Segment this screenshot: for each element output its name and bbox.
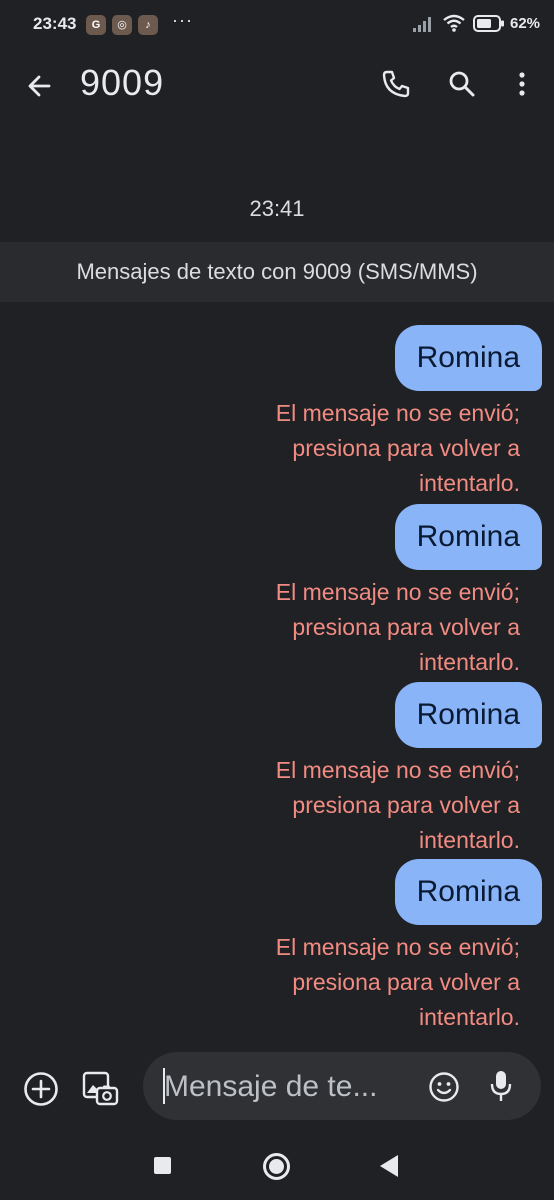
sent-message-bubble[interactable]: Romina — [394, 682, 542, 748]
failed-notice-line: intentarlo. — [418, 470, 520, 496]
sms-info-banner: Mensajes de texto con 9009 (SMS/MMS) — [0, 242, 554, 302]
compose-bar: Mensaje de te... — [0, 1050, 554, 1130]
message-failed-notice[interactable]: El mensaje no se envió; presiona para vo… — [190, 575, 520, 680]
signal-icon — [413, 17, 431, 32]
battery-icon — [473, 15, 504, 32]
top-app-bar: 9009 — [0, 50, 554, 120]
status-bar: 23:43 G ◎ ♪ ··· 62% — [0, 0, 554, 50]
message-input[interactable]: Mensaje de te... — [143, 1052, 541, 1120]
failed-notice-line: El mensaje no se envió; — [275, 579, 520, 605]
conversation-title: 9009 — [80, 62, 165, 103]
sent-message-bubble[interactable]: Romina — [394, 325, 542, 391]
conversation-timestamp: 23:41 — [249, 196, 305, 221]
emoji-icon[interactable] — [427, 1070, 461, 1104]
back-arrow-icon[interactable] — [22, 68, 58, 104]
message-input-placeholder: Mensaje de te... — [164, 1070, 378, 1103]
failed-notice-line: presiona para volver a — [292, 792, 520, 818]
message-failed-notice[interactable]: El mensaje no se envió; presiona para vo… — [190, 753, 520, 858]
failed-notice-line: intentarlo. — [418, 1004, 520, 1030]
home-icon[interactable] — [263, 1153, 290, 1180]
mic-icon[interactable] — [487, 1068, 515, 1104]
phone-icon[interactable] — [378, 66, 414, 102]
battery-percent: 62% — [510, 15, 541, 32]
failed-notice-line: presiona para volver a — [292, 969, 520, 995]
failed-notice-line: intentarlo. — [418, 649, 520, 675]
gallery-icon[interactable] — [80, 1068, 120, 1108]
failed-notice-line: presiona para volver a — [292, 435, 520, 461]
search-icon[interactable] — [444, 66, 480, 102]
failed-notice-line: El mensaje no se envió; — [275, 400, 520, 426]
message-failed-notice[interactable]: El mensaje no se envió; presiona para vo… — [190, 396, 520, 501]
failed-notice-line: intentarlo. — [418, 827, 520, 853]
wifi-icon — [443, 14, 465, 32]
add-icon[interactable] — [22, 1070, 60, 1108]
failed-notice-line: El mensaje no se envió; — [275, 757, 520, 783]
tiktok-notification-icon: ♪ — [138, 15, 158, 35]
message-failed-notice[interactable]: El mensaje no se envió; presiona para vo… — [190, 930, 520, 1035]
system-navigation-bar — [0, 1140, 554, 1200]
status-time: 23:43 — [33, 14, 77, 33]
more-vert-icon[interactable] — [504, 66, 540, 102]
messages-screen: 23:43 G ◎ ♪ ··· 62% 9009 23:41 Mensajes … — [0, 0, 554, 1200]
sent-message-bubble[interactable]: Romina — [394, 504, 542, 570]
recents-icon[interactable] — [154, 1157, 171, 1174]
sent-message-bubble[interactable]: Romina — [394, 859, 542, 925]
google-notification-icon: G — [86, 15, 106, 35]
more-notifications-indicator: ··· — [172, 10, 193, 30]
nav-back-icon[interactable] — [380, 1155, 398, 1177]
failed-notice-line: El mensaje no se envió; — [275, 934, 520, 960]
failed-notice-line: presiona para volver a — [292, 614, 520, 640]
instagram-notification-icon: ◎ — [112, 15, 132, 35]
